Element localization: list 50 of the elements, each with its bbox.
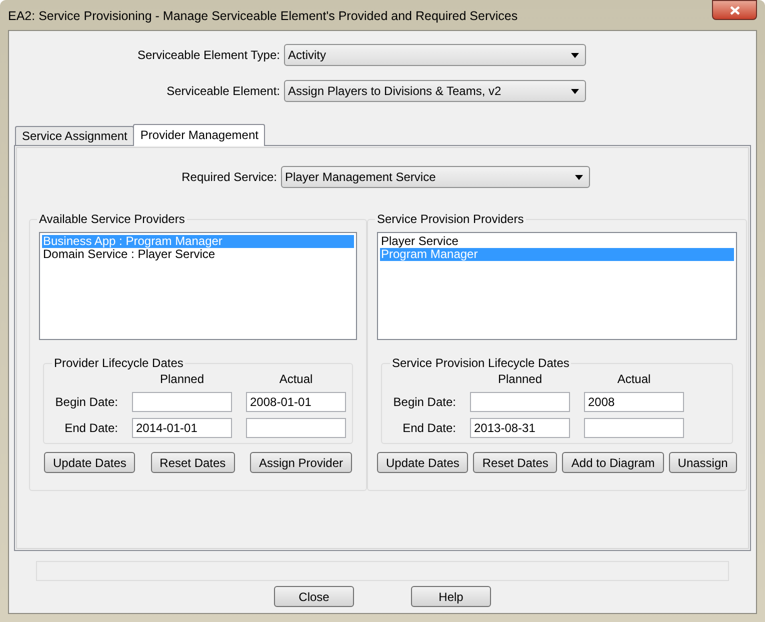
field-label: Begin Date: bbox=[392, 394, 456, 411]
field-label: End Date: bbox=[64, 420, 118, 437]
dropdown[interactable]: Assign Players to Divisions & Teams, v2 bbox=[284, 80, 586, 102]
column-header: Planned bbox=[496, 372, 544, 386]
date-field[interactable] bbox=[470, 392, 570, 412]
caret-icon bbox=[571, 88, 579, 94]
field-label: Serviceable Element: bbox=[166, 83, 281, 100]
push-button[interactable]: Assign Provider bbox=[250, 452, 352, 473]
date-field[interactable] bbox=[584, 418, 684, 438]
window-title: EA2: Service Provisioning - Manage Serviceable Element's Provided and Required Services bbox=[8, 8, 518, 25]
group-title: Service Provision Lifecycle Dates bbox=[391, 355, 570, 372]
date-field[interactable]: 2014-01-01 bbox=[132, 418, 232, 438]
column-header: Actual bbox=[616, 372, 652, 386]
push-button[interactable]: Reset Dates bbox=[473, 452, 558, 473]
field-label: Serviceable Element Type: bbox=[136, 47, 281, 64]
list-item[interactable]: Player Service bbox=[380, 235, 734, 248]
group-title: Service Provision Providers bbox=[376, 211, 525, 228]
push-button[interactable]: Unassign bbox=[668, 452, 737, 473]
list-item[interactable]: Domain Service : Player Service bbox=[42, 248, 354, 261]
close-icon bbox=[730, 6, 740, 14]
date-field[interactable]: 2008 bbox=[584, 392, 684, 412]
caret-icon bbox=[571, 52, 579, 58]
group-title: Available Service Providers bbox=[38, 211, 186, 228]
dropdown-value: Player Management Service bbox=[285, 169, 436, 186]
field-label: Required Service: bbox=[180, 169, 278, 186]
list-box[interactable]: Business App : Program Manager Domain Service : Player Service bbox=[39, 232, 357, 340]
dropdown[interactable]: Player Management Service bbox=[281, 166, 590, 188]
push-button[interactable]: Update Dates bbox=[377, 452, 468, 473]
caret-icon bbox=[575, 174, 583, 180]
push-button[interactable]: Reset Dates bbox=[150, 452, 235, 473]
group-title: Provider Lifecycle Dates bbox=[53, 355, 184, 372]
date-field[interactable]: 2008-01-01 bbox=[246, 392, 346, 412]
dropdown-value: Activity bbox=[288, 47, 326, 64]
push-button[interactable]: Update Dates bbox=[44, 452, 136, 473]
field-label: End Date: bbox=[402, 420, 456, 437]
date-field[interactable] bbox=[132, 392, 232, 412]
push-button[interactable]: Add to Diagram bbox=[562, 452, 664, 473]
date-field[interactable] bbox=[246, 418, 346, 438]
tab[interactable]: Service Assignment bbox=[15, 126, 134, 145]
tab[interactable]: Provider Management bbox=[133, 124, 266, 146]
date-field[interactable]: 2013-08-31 bbox=[470, 418, 570, 438]
column-header: Actual bbox=[278, 372, 314, 386]
list-box[interactable]: Player Service Program Manager bbox=[377, 232, 737, 340]
dropdown-value: Assign Players to Divisions & Teams, v2 bbox=[288, 83, 502, 100]
push-button[interactable]: Help bbox=[411, 586, 491, 607]
close-button[interactable] bbox=[712, 0, 757, 20]
push-button[interactable]: Close bbox=[274, 586, 354, 607]
field-label: Begin Date: bbox=[54, 394, 118, 411]
dropdown[interactable]: Activity bbox=[284, 44, 586, 66]
column-header: Planned bbox=[158, 372, 206, 386]
